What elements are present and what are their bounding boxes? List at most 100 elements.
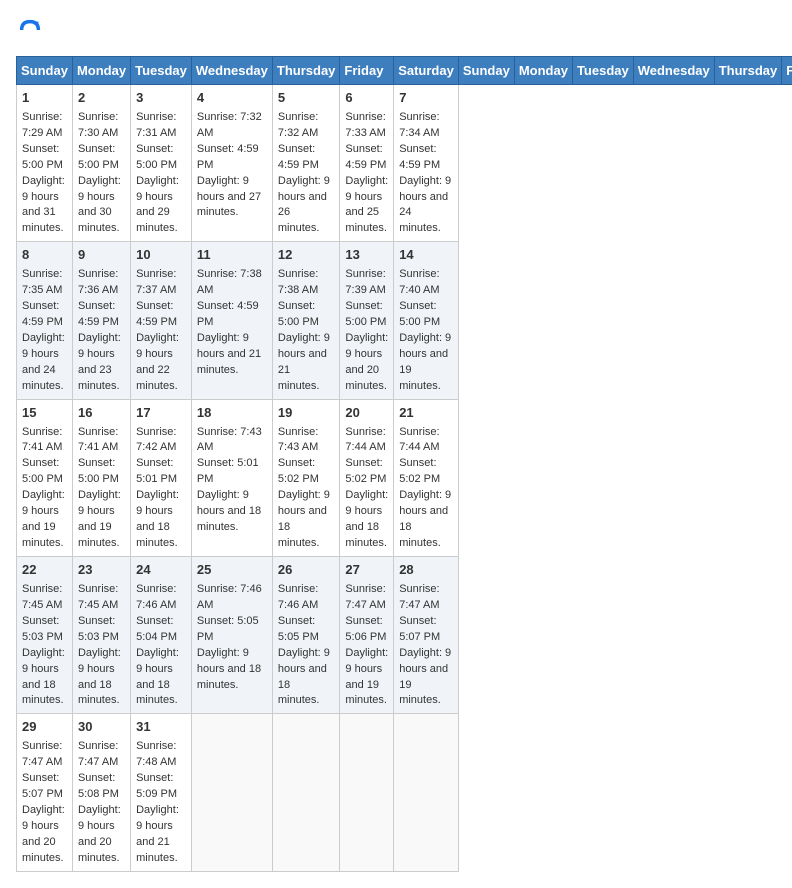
day-number: 30 <box>78 718 125 737</box>
day-number: 20 <box>345 404 388 423</box>
day-info: Sunrise: 7:46 AM Sunset: 5:05 PM Dayligh… <box>197 583 262 691</box>
day-number: 23 <box>78 561 125 580</box>
calendar-cell: 16 Sunrise: 7:41 AM Sunset: 5:00 PM Dayli… <box>72 399 130 556</box>
calendar-cell: 14Sunrise: 7:40 AM Sunset: 5:00 PM Dayli… <box>394 242 459 399</box>
day-number: 10 <box>136 246 186 265</box>
day-number: 31 <box>136 718 186 737</box>
calendar-cell: 26Sunrise: 7:46 AM Sunset: 5:05 PM Dayli… <box>272 557 340 714</box>
day-number: 4 <box>197 89 267 108</box>
day-number: 18 <box>197 404 267 423</box>
day-number: 3 <box>136 89 186 108</box>
column-header-tuesday: Tuesday <box>131 57 192 85</box>
column-header-monday: Monday <box>72 57 130 85</box>
calendar-week-row: 22Sunrise: 7:45 AM Sunset: 5:03 PM Dayli… <box>17 557 792 714</box>
calendar-cell: 12 Sunrise: 7:38 AM Sunset: 5:00 PM Dayli… <box>272 242 340 399</box>
day-info: Sunrise: 7:47 AM Sunset: 5:07 PM Dayligh… <box>399 583 451 707</box>
day-info: Sunrise: 7:44 AM Sunset: 5:02 PM Dayligh… <box>399 426 451 550</box>
day-number: 17 <box>136 404 186 423</box>
day-number: 14 <box>399 246 453 265</box>
day-number: 6 <box>345 89 388 108</box>
column-header-friday: Friday <box>782 57 792 85</box>
day-number: 29 <box>22 718 67 737</box>
day-number: 19 <box>278 404 335 423</box>
calendar-cell: 6 Sunrise: 7:33 AM Sunset: 4:59 PM Daylig… <box>340 85 394 242</box>
column-header-monday: Monday <box>514 57 572 85</box>
column-header-thursday: Thursday <box>714 57 782 85</box>
day-number: 27 <box>345 561 388 580</box>
calendar-cell: 28Sunrise: 7:47 AM Sunset: 5:07 PM Dayli… <box>394 557 459 714</box>
calendar-week-row: 8Sunrise: 7:35 AM Sunset: 4:59 PM Daylig… <box>17 242 792 399</box>
calendar-header-row: SundayMondayTuesdayWednesdayThursdayFrid… <box>17 57 792 85</box>
calendar-week-row: 15 Sunrise: 7:41 AM Sunset: 5:00 PM Dayli… <box>17 399 792 556</box>
day-info: Sunrise: 7:45 AM Sunset: 5:03 PM Dayligh… <box>78 583 121 707</box>
day-number: 9 <box>78 246 125 265</box>
column-header-tuesday: Tuesday <box>572 57 633 85</box>
day-info: Sunrise: 7:44 AM Sunset: 5:02 PM Dayligh… <box>345 426 388 550</box>
day-info: Sunrise: 7:38 AM Sunset: 5:00 PM Dayligh… <box>278 268 330 392</box>
calendar-cell: 25Sunrise: 7:46 AM Sunset: 5:05 PM Dayli… <box>191 557 272 714</box>
day-info: Sunrise: 7:38 AM Sunset: 4:59 PM Dayligh… <box>197 268 262 376</box>
calendar-cell: 4 Sunrise: 7:32 AM Sunset: 4:59 PM Daylig… <box>191 85 272 242</box>
day-info: Sunrise: 7:48 AM Sunset: 5:09 PM Dayligh… <box>136 740 179 864</box>
column-header-sunday: Sunday <box>17 57 73 85</box>
column-header-friday: Friday <box>340 57 394 85</box>
day-info: Sunrise: 7:33 AM Sunset: 4:59 PM Dayligh… <box>345 111 388 235</box>
calendar-cell: 1Sunrise: 7:29 AM Sunset: 5:00 PM Daylig… <box>17 85 73 242</box>
day-number: 12 <box>278 246 335 265</box>
day-info: Sunrise: 7:30 AM Sunset: 5:00 PM Dayligh… <box>78 111 121 235</box>
calendar-cell: 11 Sunrise: 7:38 AM Sunset: 4:59 PM Dayli… <box>191 242 272 399</box>
calendar-cell: 3 Sunrise: 7:31 AM Sunset: 5:00 PM Daylig… <box>131 85 192 242</box>
day-info: Sunrise: 7:34 AM Sunset: 4:59 PM Dayligh… <box>399 111 451 235</box>
column-header-wednesday: Wednesday <box>633 57 714 85</box>
calendar-cell: 17Sunrise: 7:42 AM Sunset: 5:01 PM Dayli… <box>131 399 192 556</box>
calendar-cell: 21 Sunrise: 7:44 AM Sunset: 5:02 PM Dayli… <box>394 399 459 556</box>
day-info: Sunrise: 7:32 AM Sunset: 4:59 PM Dayligh… <box>197 111 262 219</box>
calendar-cell: 29Sunrise: 7:47 AM Sunset: 5:07 PM Dayli… <box>17 714 73 871</box>
day-info: Sunrise: 7:46 AM Sunset: 5:04 PM Dayligh… <box>136 583 179 707</box>
calendar-table: SundayMondayTuesdayWednesdayThursdayFrid… <box>16 56 792 872</box>
page-header <box>16 16 776 44</box>
calendar-cell: 24 Sunrise: 7:46 AM Sunset: 5:04 PM Dayli… <box>131 557 192 714</box>
calendar-cell <box>340 714 394 871</box>
calendar-cell: 23 Sunrise: 7:45 AM Sunset: 5:03 PM Dayli… <box>72 557 130 714</box>
day-number: 5 <box>278 89 335 108</box>
calendar-cell: 5 Sunrise: 7:32 AM Sunset: 4:59 PM Daylig… <box>272 85 340 242</box>
day-number: 16 <box>78 404 125 423</box>
day-number: 15 <box>22 404 67 423</box>
calendar-cell <box>394 714 459 871</box>
calendar-cell: 2 Sunrise: 7:30 AM Sunset: 5:00 PM Daylig… <box>72 85 130 242</box>
calendar-cell: 30Sunrise: 7:47 AM Sunset: 5:08 PM Dayli… <box>72 714 130 871</box>
calendar-cell: 20 Sunrise: 7:44 AM Sunset: 5:02 PM Dayli… <box>340 399 394 556</box>
day-info: Sunrise: 7:36 AM Sunset: 4:59 PM Dayligh… <box>78 268 121 392</box>
column-header-wednesday: Wednesday <box>191 57 272 85</box>
day-info: Sunrise: 7:41 AM Sunset: 5:00 PM Dayligh… <box>22 426 65 550</box>
day-number: 1 <box>22 89 67 108</box>
day-number: 13 <box>345 246 388 265</box>
calendar-cell <box>191 714 272 871</box>
calendar-cell <box>272 714 340 871</box>
day-number: 24 <box>136 561 186 580</box>
day-number: 21 <box>399 404 453 423</box>
day-number: 8 <box>22 246 67 265</box>
calendar-week-row: 29Sunrise: 7:47 AM Sunset: 5:07 PM Dayli… <box>17 714 792 871</box>
calendar-cell: 19 Sunrise: 7:43 AM Sunset: 5:02 PM Dayli… <box>272 399 340 556</box>
calendar-cell: 7 Sunrise: 7:34 AM Sunset: 4:59 PM Daylig… <box>394 85 459 242</box>
day-info: Sunrise: 7:46 AM Sunset: 5:05 PM Dayligh… <box>278 583 330 707</box>
day-info: Sunrise: 7:31 AM Sunset: 5:00 PM Dayligh… <box>136 111 179 235</box>
day-info: Sunrise: 7:41 AM Sunset: 5:00 PM Dayligh… <box>78 426 121 550</box>
calendar-cell: 31 Sunrise: 7:48 AM Sunset: 5:09 PM Dayli… <box>131 714 192 871</box>
day-number: 2 <box>78 89 125 108</box>
calendar-cell: 18 Sunrise: 7:43 AM Sunset: 5:01 PM Dayli… <box>191 399 272 556</box>
column-header-sunday: Sunday <box>458 57 514 85</box>
day-info: Sunrise: 7:43 AM Sunset: 5:02 PM Dayligh… <box>278 426 330 550</box>
calendar-week-row: 1Sunrise: 7:29 AM Sunset: 5:00 PM Daylig… <box>17 85 792 242</box>
calendar-cell: 27Sunrise: 7:47 AM Sunset: 5:06 PM Dayli… <box>340 557 394 714</box>
day-number: 11 <box>197 246 267 265</box>
day-info: Sunrise: 7:45 AM Sunset: 5:03 PM Dayligh… <box>22 583 65 707</box>
day-number: 7 <box>399 89 453 108</box>
day-info: Sunrise: 7:32 AM Sunset: 4:59 PM Dayligh… <box>278 111 330 235</box>
day-info: Sunrise: 7:43 AM Sunset: 5:01 PM Dayligh… <box>197 426 262 534</box>
day-info: Sunrise: 7:37 AM Sunset: 4:59 PM Dayligh… <box>136 268 179 392</box>
calendar-cell: 9 Sunrise: 7:36 AM Sunset: 4:59 PM Daylig… <box>72 242 130 399</box>
calendar-cell: 10 Sunrise: 7:37 AM Sunset: 4:59 PM Dayli… <box>131 242 192 399</box>
